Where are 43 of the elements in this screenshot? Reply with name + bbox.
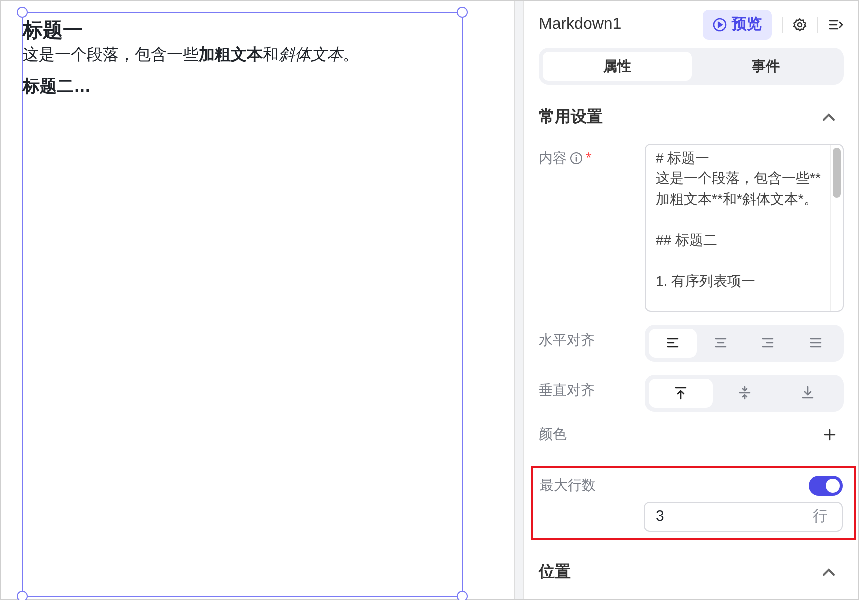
align-bottom-icon [801, 386, 816, 400]
field-label: 水平对齐 [539, 332, 595, 350]
plus-icon [824, 428, 836, 441]
resize-handle[interactable] [457, 7, 468, 18]
section-title: 常用设置 [539, 108, 603, 128]
required-mark: * [586, 150, 592, 168]
field-label: 最大行数 [540, 476, 596, 495]
align-option[interactable] [649, 328, 697, 358]
play-icon [713, 18, 727, 32]
tab[interactable]: 属性 [543, 52, 692, 81]
align-right-icon [761, 336, 776, 350]
align-top-icon [674, 386, 688, 400]
scrollbar[interactable] [830, 144, 843, 311]
info-icon [570, 152, 583, 166]
align-middle-icon [738, 386, 752, 400]
field-label: 颜色 [539, 426, 567, 444]
markdown-component[interactable]: 标题一 这是一个段落，包含一些加粗文本和斜体文本。 标题二… [22, 12, 463, 597]
align-left-icon [666, 336, 680, 350]
settings-icon [793, 18, 807, 32]
add-color-button[interactable] [824, 428, 836, 441]
scrollbar-thumb[interactable] [833, 148, 841, 198]
preview-button[interactable]: 预览 [703, 10, 772, 40]
paragraph: 这是一个段落，包含一些加粗文本和斜体文本。 [23, 45, 360, 66]
align-center-icon [714, 336, 728, 350]
heading: 标题二… [23, 76, 92, 98]
collapse-icon [828, 18, 844, 32]
align-justify-icon [809, 336, 824, 350]
field-label: 垂直对齐 [539, 382, 595, 400]
heading: 标题一 [23, 19, 84, 44]
chevron-up-icon[interactable] [822, 112, 836, 122]
chevron-up-icon[interactable] [822, 567, 836, 578]
settings-button[interactable] [793, 18, 807, 32]
field-label: 内容 [539, 150, 567, 168]
max-lines-field[interactable]: 3 行 [644, 502, 843, 532]
resize-handle[interactable] [17, 7, 28, 18]
resize-handle[interactable] [457, 591, 468, 600]
resize-handle[interactable] [17, 591, 28, 600]
component-title: Markdown1 [539, 16, 623, 34]
section-title: 位置 [539, 562, 571, 583]
toggle-switch[interactable] [809, 476, 843, 496]
content-field[interactable]: # 标题一 这是一个段落，包含一些**加粗文本**和*斜体文本*。 ## 标题二 1. 有序列表项一 [645, 144, 844, 312]
tab[interactable]: 事件 [692, 52, 840, 81]
collapse-panel-button[interactable] [828, 18, 844, 32]
